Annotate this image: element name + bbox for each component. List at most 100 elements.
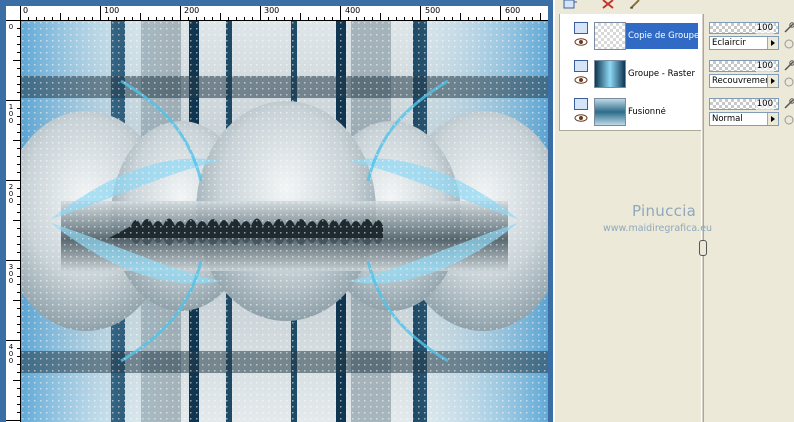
ruler-tick [6, 420, 20, 421]
layer-row-fusionne[interactable]: Fusionné [560, 94, 702, 130]
ruler-tick [17, 44, 20, 45]
ruler-tick [17, 348, 20, 349]
ruler-tick [13, 300, 20, 301]
layer-props-row: 100 Eclaircir [709, 18, 794, 54]
vertical-ruler: 0 100 200 300 400 [6, 20, 21, 422]
ruler-tick [17, 396, 20, 397]
ruler-tick [17, 308, 20, 309]
mask-icon[interactable] [783, 114, 794, 126]
opacity-slider[interactable]: 100 [709, 60, 779, 72]
ruler-tick [17, 188, 20, 189]
ruler-tick [17, 316, 20, 317]
ruler-label-text: 0 [8, 23, 14, 31]
ruler-label: 0 [8, 24, 14, 31]
ruler-tick [17, 108, 20, 109]
palette-splitter[interactable] [701, 14, 704, 422]
ruler-tick [116, 17, 117, 20]
ruler-tick [17, 356, 20, 357]
eye-icon[interactable] [574, 38, 588, 46]
blend-mode-select[interactable]: Recouvrement [709, 74, 779, 88]
link-icon[interactable] [783, 98, 794, 110]
blend-mode-select[interactable]: Normal [709, 112, 779, 126]
layer-name-box[interactable]: Groupe - Raster 1 [626, 61, 698, 87]
layer-thumbnail [594, 22, 626, 50]
ruler-label: 100 [8, 103, 14, 125]
ruler-tick [500, 6, 501, 20]
ruler-tick [396, 17, 397, 20]
link-icon[interactable] [783, 22, 794, 34]
ruler-tick [124, 17, 125, 20]
layer-name-box[interactable]: Copie de Groupe [626, 23, 698, 49]
layer-row-copie-de-groupe[interactable]: Copie de Groupe [560, 18, 702, 54]
layer-name: Fusionné [628, 107, 666, 117]
ruler-tick [372, 17, 373, 20]
edit-layer-icon[interactable] [629, 0, 643, 9]
ruler-tick [180, 6, 181, 20]
ruler-tick [17, 36, 20, 37]
mask-icon[interactable] [783, 76, 794, 88]
ruler-tick [17, 244, 20, 245]
link-icon[interactable] [783, 60, 794, 72]
ruler-tick [412, 17, 413, 20]
mask-icon[interactable] [783, 38, 794, 50]
ruler-tick [6, 100, 20, 101]
ruler-tick [13, 220, 20, 221]
artwork-image [21, 21, 548, 422]
blend-mode-select[interactable]: Eclaircir [709, 36, 779, 50]
opacity-slider[interactable]: 100 [709, 98, 779, 110]
new-layer-icon[interactable] [563, 0, 577, 9]
dropdown-arrow-icon[interactable] [767, 113, 778, 125]
ruler-tick [17, 276, 20, 277]
ruler-tick [252, 17, 253, 20]
ruler-tick [28, 17, 29, 20]
ruler-tick [17, 156, 20, 157]
ruler-tick [17, 92, 20, 93]
ruler-tick [348, 17, 349, 20]
ruler-tick [6, 260, 20, 261]
eye-icon[interactable] [574, 114, 588, 122]
ruler-tick [17, 364, 20, 365]
ruler-tick [388, 17, 389, 20]
image-canvas[interactable] [21, 21, 548, 422]
ruler-tick [164, 17, 165, 20]
ruler-tick [17, 268, 20, 269]
ruler-label: 400 [345, 6, 361, 15]
ruler-tick [17, 204, 20, 205]
dropdown-arrow-icon[interactable] [767, 37, 778, 49]
ruler-tick [220, 13, 221, 20]
delete-layer-icon[interactable] [601, 0, 615, 9]
palette-toolbar [555, 0, 794, 12]
blend-mode-label: Normal [712, 114, 743, 124]
ruler-corner [6, 6, 21, 21]
ruler-tick [17, 164, 20, 165]
ruler-tick [17, 252, 20, 253]
ruler-tick [364, 17, 365, 20]
ruler-tick [108, 17, 109, 20]
ruler-tick [468, 17, 469, 20]
eye-icon[interactable] [574, 76, 588, 84]
opacity-value: 100 [755, 99, 774, 110]
layer-row-groupe-raster-1[interactable]: Groupe - Raster 1 [560, 56, 702, 92]
ruler-tick [540, 13, 541, 20]
horizontal-ruler: 0 100 200 300 400 500 600 [20, 6, 550, 21]
ruler-tick [308, 17, 309, 20]
ruler-tick [17, 76, 20, 77]
ruler-tick [17, 68, 20, 69]
watermark-url: www.maidiregrafica.eu [603, 223, 713, 234]
ruler-label: 200 [184, 6, 200, 15]
splitter-handle[interactable] [699, 240, 707, 256]
layer-name-box[interactable]: Fusionné [626, 99, 698, 125]
ruler-tick [428, 17, 429, 20]
ruler-tick [444, 17, 445, 20]
ruler-tick [17, 324, 20, 325]
ruler-tick [17, 124, 20, 125]
ruler-tick [17, 404, 20, 405]
ruler-tick [17, 116, 20, 117]
ruler-tick [17, 412, 20, 413]
ruler-label: 100 [104, 6, 120, 15]
opacity-slider[interactable]: 100 [709, 22, 779, 34]
ruler-tick [244, 17, 245, 20]
dropdown-arrow-icon[interactable] [767, 75, 778, 87]
ruler-tick [13, 380, 20, 381]
ruler-tick [52, 17, 53, 20]
